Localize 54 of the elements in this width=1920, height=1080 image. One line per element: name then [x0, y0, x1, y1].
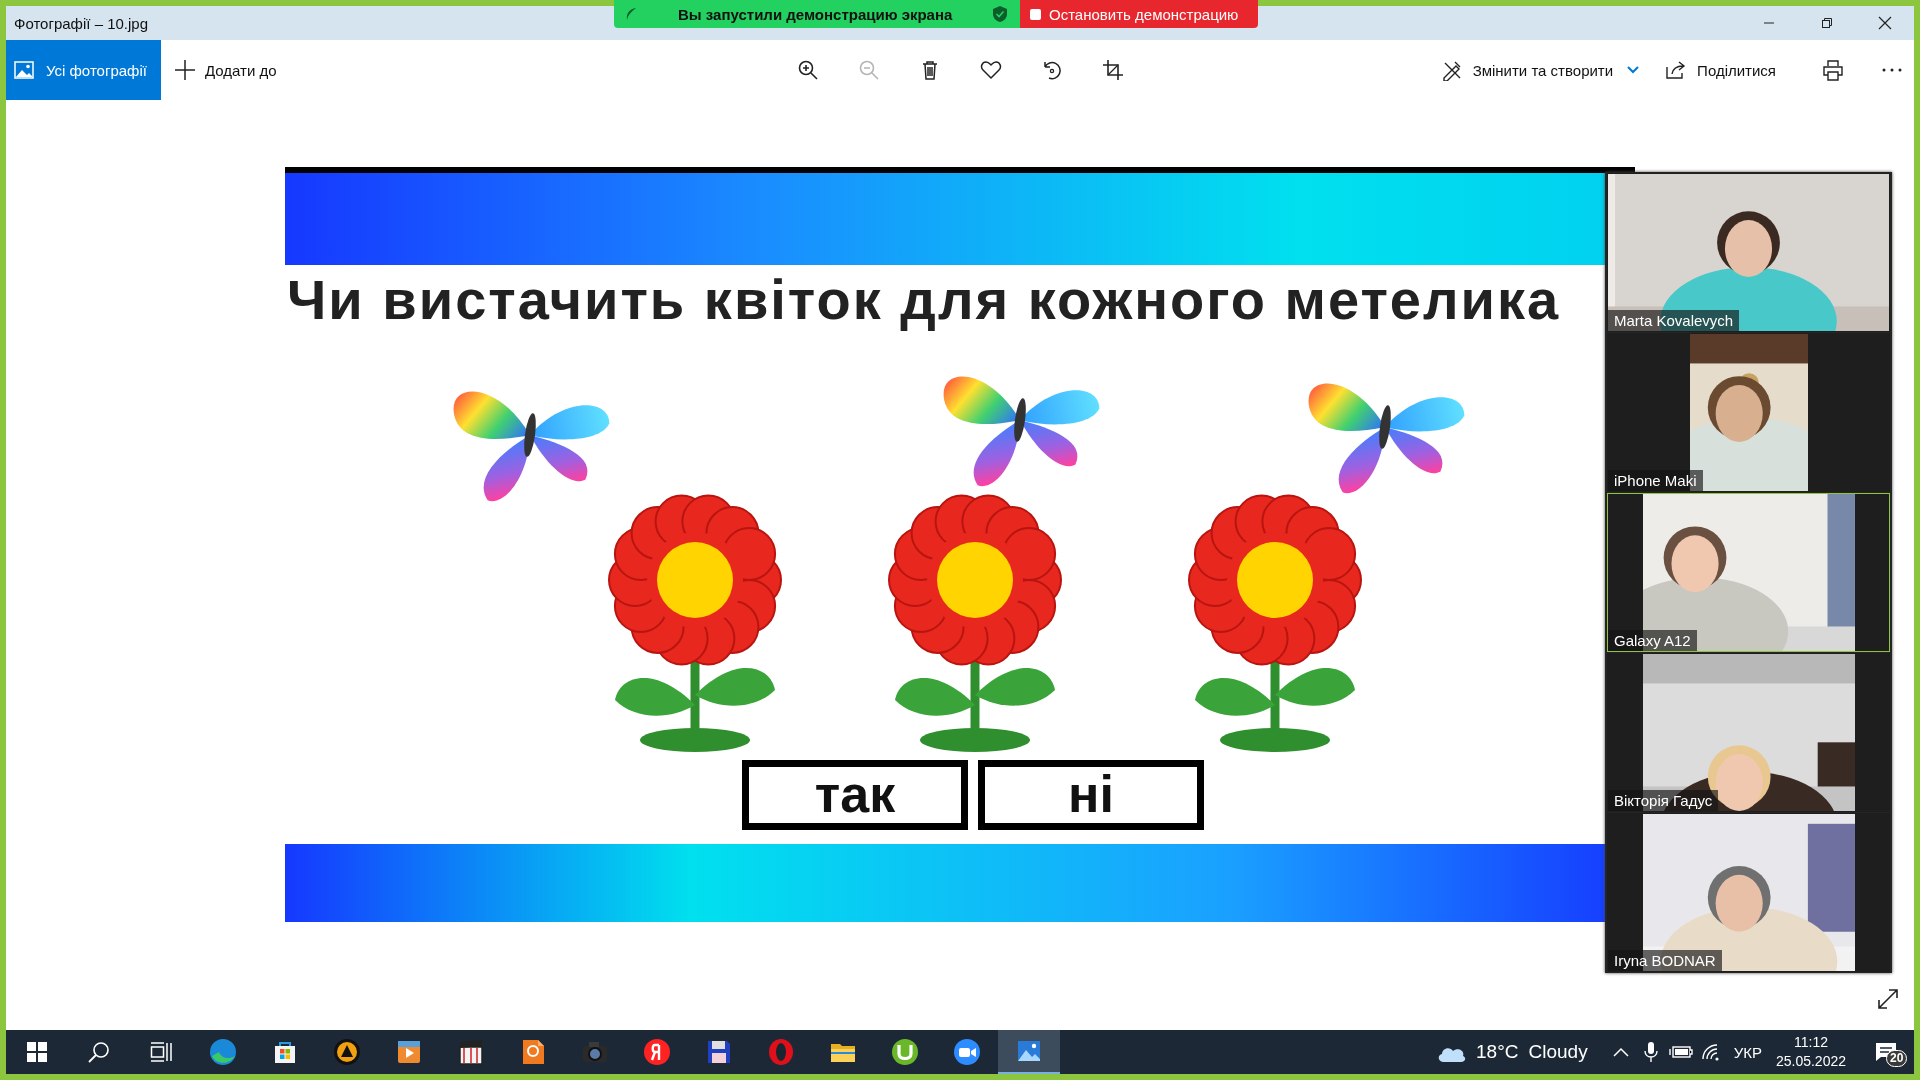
image-icon — [14, 61, 34, 79]
shield-icon — [992, 5, 1008, 23]
video-tile[interactable]: Marta Kovalevych — [1607, 173, 1890, 332]
language-button[interactable]: УКР — [1733, 1030, 1762, 1074]
video-tile[interactable]: Galaxy A12 — [1607, 493, 1890, 652]
browser-icon — [207, 1036, 239, 1068]
restore-icon — [1821, 17, 1833, 29]
participant-name: Galaxy A12 — [1608, 630, 1697, 651]
zoom-out-icon — [857, 59, 880, 81]
taskbar-button[interactable] — [998, 1030, 1060, 1074]
more-button[interactable] — [1882, 68, 1902, 72]
pencil-brush-icon — [1440, 59, 1463, 81]
video-tile[interactable]: Вікторія Гадус — [1607, 653, 1890, 812]
stop-sharing-button[interactable]: Остановить демонстрацию — [1020, 0, 1258, 28]
battery-icon — [1668, 1045, 1693, 1059]
zoom-in-icon — [796, 59, 819, 81]
caret-icon — [1627, 66, 1640, 74]
print-icon — [1822, 59, 1844, 81]
weather-button[interactable]: 18°C Cloudy — [1436, 1030, 1588, 1074]
edit-create-button[interactable]: Змінити та створити — [1440, 59, 1640, 81]
expand-icon[interactable] — [1877, 988, 1899, 1010]
answer-option: так — [742, 760, 968, 830]
more-icon — [1882, 68, 1902, 72]
participant-name: iPhone Maki — [1608, 470, 1703, 491]
wifi-icon — [1700, 1043, 1721, 1061]
print-button[interactable] — [1822, 59, 1844, 81]
heart-icon — [979, 59, 1002, 81]
slide-question: Чи вистачить квіток для кожного метелика — [287, 267, 1561, 333]
task-view-icon — [150, 1042, 172, 1062]
video-camera-icon — [951, 1036, 983, 1068]
share-button[interactable]: Поділитися — [1665, 60, 1776, 80]
windows-icon — [27, 1042, 47, 1062]
chevron-up-icon — [1612, 1047, 1629, 1057]
notifications-button[interactable]: 20 — [1866, 1030, 1906, 1074]
participant-name: Вікторія Гадус — [1608, 790, 1719, 811]
crop-icon — [1101, 59, 1124, 81]
plus-icon — [174, 60, 195, 80]
video-tile[interactable]: iPhone Maki — [1607, 333, 1890, 492]
participant-name: Iryna BODNAR — [1608, 950, 1722, 971]
video-tile[interactable]: Iryna BODNAR — [1607, 813, 1890, 972]
browser-icon — [641, 1036, 673, 1068]
close-icon — [1878, 16, 1892, 30]
window-title: Фотографії – 10.jpg — [14, 14, 148, 32]
add-to-button[interactable]: Додати до — [174, 60, 277, 80]
torrent-icon — [889, 1036, 921, 1068]
music-player-icon — [331, 1036, 363, 1068]
microphone-icon — [1643, 1041, 1658, 1063]
sharing-status: Вы запустили демонстрацию экрана — [678, 5, 953, 23]
notification-count: 20 — [1886, 1050, 1908, 1067]
all-photos-button[interactable]: Усі фотографії — [6, 40, 161, 100]
participant-name: Marta Kovalevych — [1608, 310, 1740, 331]
search-icon — [88, 1041, 110, 1063]
clock-button[interactable]: 11:12 25.05.2022 — [1775, 1030, 1846, 1074]
answer-option: ні — [978, 760, 1204, 830]
